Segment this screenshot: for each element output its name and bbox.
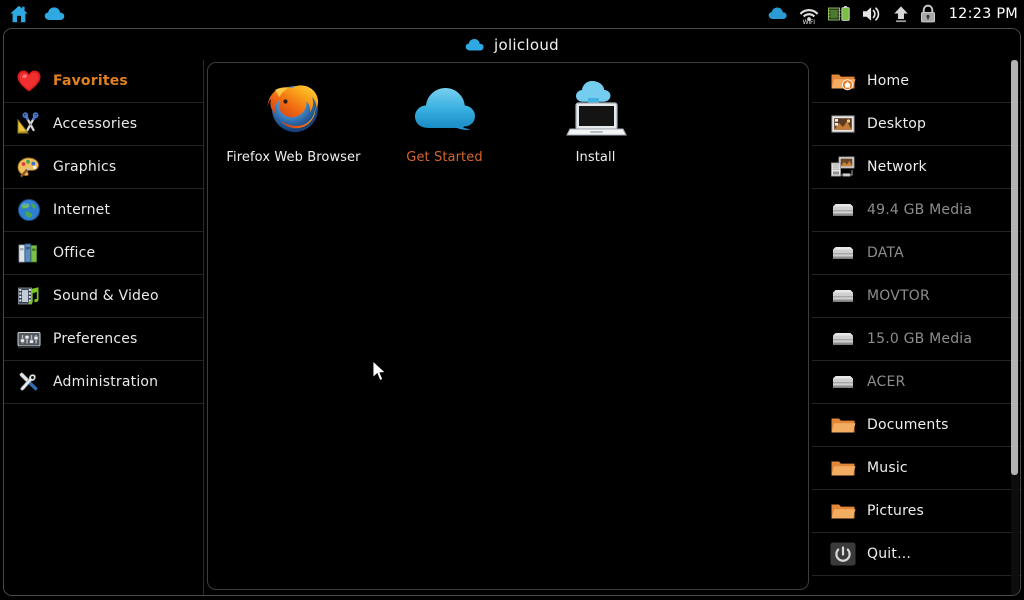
place-item-home[interactable]: Home [812,60,1020,103]
place-label: 15.0 GB Media [867,331,973,347]
app-firefox-web-browser[interactable]: Firefox Web Browser [218,75,369,175]
scissors-ruler-icon [16,111,42,137]
globe-icon [16,197,42,223]
place-item-network[interactable]: Network [812,146,1020,189]
app-label: Get Started [406,150,483,165]
sidebar-item-internet[interactable]: Internet [4,189,203,232]
window-body: Favorites Accessories Graphics Internet … [4,60,1020,595]
app-get-started[interactable]: Get Started [369,75,520,175]
drive-icon [830,197,856,223]
sidebar-item-label: Office [53,245,96,261]
app-label: Install [575,150,616,165]
favorites-panel: Firefox Web Browser Get Started Install [207,62,809,590]
drive-icon [830,240,856,266]
sidebar-item-accessories[interactable]: Accessories [4,103,203,146]
place-label: Documents [867,417,949,433]
place-item-quit[interactable]: Quit... [812,533,1020,576]
place-item-desktop[interactable]: Desktop [812,103,1020,146]
cloud-icon [465,38,487,52]
wifi-label: WIFI [802,18,815,26]
places-scrollbar-track[interactable] [1011,60,1019,595]
network-icon [830,154,856,180]
palette-icon [16,154,42,180]
film-music-icon [16,283,42,309]
desktop-screen: WIFI 12:23 PM jolicloud Favorites Access… [0,0,1024,600]
cloud-icon[interactable] [44,6,68,22]
places-panel: Home Desktop Network 49.4 GB Media DATA … [812,60,1020,595]
folder-icon [830,498,856,524]
cloud-icon [413,77,477,141]
place-label: Desktop [867,116,927,132]
sidebar-item-favorites[interactable]: Favorites [4,60,203,103]
place-label: Network [867,159,927,175]
sidebar-item-label: Favorites [53,73,128,89]
window-title: jolicloud [494,35,559,54]
launcher-window: jolicloud Favorites Accessories Graphics… [3,28,1021,596]
sidebar-item-administration[interactable]: Administration [4,361,203,404]
battery-icon[interactable] [827,5,852,23]
top-panel: WIFI 12:23 PM [0,0,1024,27]
place-label: Quit... [867,546,912,562]
place-item-drive[interactable]: MOVTOR [812,275,1020,318]
place-item-drive[interactable]: 15.0 GB Media [812,318,1020,361]
cloud-icon[interactable] [768,6,790,21]
home-icon[interactable] [8,3,30,25]
sidebar-item-label: Internet [53,202,111,218]
drive-icon [830,326,856,352]
place-item-pictures[interactable]: Pictures [812,490,1020,533]
place-label: DATA [867,245,904,261]
folder-icon [830,455,856,481]
desktop-icon [830,111,856,137]
center-panel-wrap: Firefox Web Browser Get Started Install [204,60,812,595]
tools-icon [16,369,42,395]
drive-icon [830,283,856,309]
sliders-icon [16,326,42,352]
place-item-drive[interactable]: ACER [812,361,1020,404]
drive-icon [830,369,856,395]
panel-left-launchers [0,3,68,25]
category-sidebar: Favorites Accessories Graphics Internet … [4,60,204,595]
place-label: ACER [867,374,906,390]
place-label: 49.4 GB Media [867,202,973,218]
sidebar-item-sound-video[interactable]: Sound & Video [4,275,203,318]
power-icon [830,541,856,567]
app-grid: Firefox Web Browser Get Started Install [218,75,798,175]
heart-icon [16,68,42,94]
sidebar-item-label: Preferences [53,331,138,347]
app-install[interactable]: Install [520,75,671,175]
clock[interactable]: 12:23 PM [946,6,1018,22]
place-label: Home [867,73,910,89]
place-item-drive[interactable]: DATA [812,232,1020,275]
sidebar-item-preferences[interactable]: Preferences [4,318,203,361]
firefox-icon [262,77,326,141]
place-label: Music [867,460,908,476]
app-label: Firefox Web Browser [226,150,361,165]
books-icon [16,240,42,266]
sidebar-item-label: Graphics [53,159,117,175]
lock-icon[interactable] [919,4,937,23]
folder-icon [830,412,856,438]
place-item-music[interactable]: Music [812,447,1020,490]
system-tray: WIFI 12:23 PM [768,0,1018,27]
sidebar-item-graphics[interactable]: Graphics [4,146,203,189]
place-item-drive[interactable]: 49.4 GB Media [812,189,1020,232]
place-label: Pictures [867,503,925,519]
sidebar-item-office[interactable]: Office [4,232,203,275]
volume-icon[interactable] [861,5,883,23]
laptop-install-icon [564,77,628,141]
place-item-documents[interactable]: Documents [812,404,1020,447]
update-arrow-icon[interactable] [892,5,910,23]
sidebar-item-label: Administration [53,374,159,390]
place-label: MOVTOR [867,288,930,304]
places-scrollbar-thumb[interactable] [1011,60,1018,475]
sidebar-item-label: Sound & Video [53,288,159,304]
home-folder-icon [830,68,856,94]
sidebar-item-label: Accessories [53,116,138,132]
window-titlebar: jolicloud [4,29,1020,60]
wifi-icon[interactable]: WIFI [799,3,819,26]
